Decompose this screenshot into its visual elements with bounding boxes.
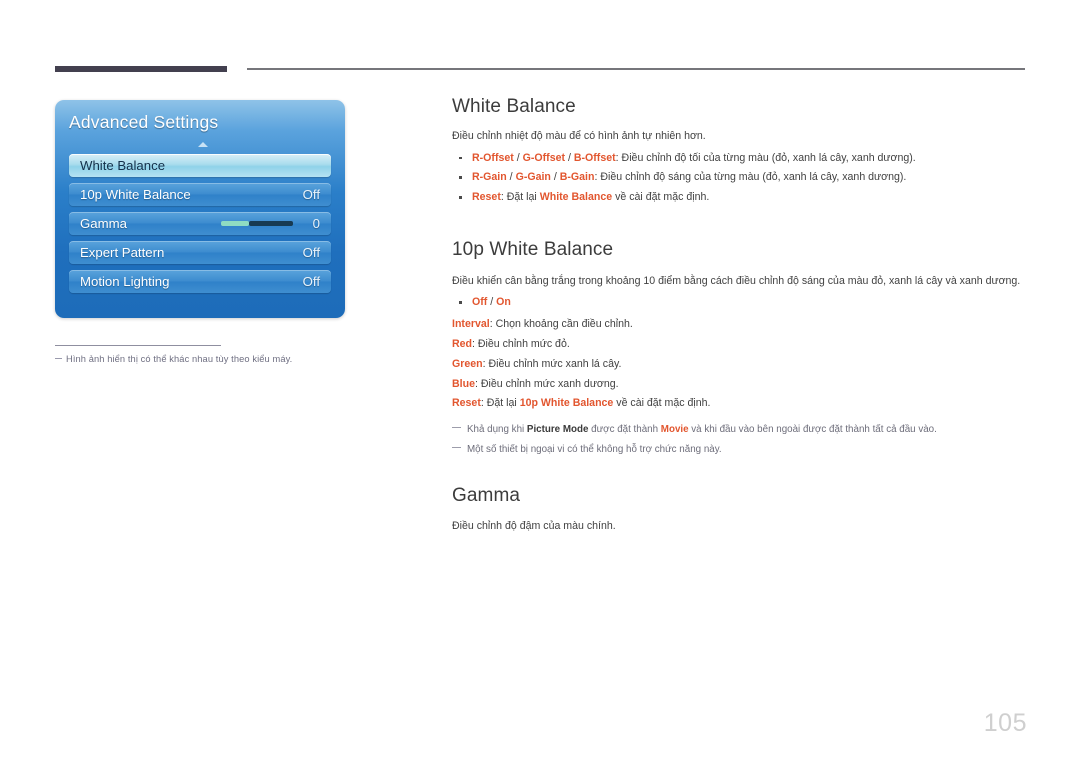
term-white-balance-inline: White Balance	[539, 191, 613, 204]
term-reset-10p: Reset	[452, 397, 481, 410]
term-on: On	[496, 296, 511, 309]
bullet-text-after: về cài đặt mặc định.	[612, 191, 710, 204]
osd-menu-item-label: 10p White Balance	[80, 187, 191, 202]
footnote-item: Khả dụng khi Picture Mode được đặt thành…	[452, 420, 1027, 440]
list-item: R-Offset / G-Offset / B-Offset: Điều chỉ…	[452, 149, 1027, 169]
term-red: Red	[452, 337, 473, 350]
white-balance-bullet-list: R-Offset / G-Offset / B-Offset: Điều chỉ…	[452, 149, 1027, 208]
osd-menu-item-value: Off	[302, 274, 320, 289]
dash-marker-icon	[452, 427, 461, 429]
item-text: : Điều chỉnh mức đỏ.	[472, 337, 570, 350]
header-rule-thick	[55, 66, 227, 72]
item-text-before: : Đặt lại	[480, 397, 520, 410]
footnote-text-1: Khả dụng khi	[467, 424, 527, 436]
item-text: : Chọn khoảng cần điều chỉnh.	[489, 318, 633, 331]
term-r-gain: R-Gain	[472, 171, 507, 184]
dash-marker-icon	[55, 358, 62, 360]
footnote-text-2: được đặt thành	[588, 424, 661, 436]
caret-up-icon	[198, 142, 208, 147]
list-item: Reset: Đặt lại 10p White Balance về cài …	[452, 394, 1027, 414]
osd-menu-item-label: Motion Lighting	[80, 274, 170, 289]
osd-menu-item-label: White Balance	[80, 158, 166, 173]
gamma-slider-track	[249, 221, 293, 226]
section-title-gamma: Gamma	[452, 485, 521, 507]
bullet-text: : Điều chỉnh độ tối của từng màu (đỏ, xa…	[615, 151, 916, 164]
osd-panel-title: Advanced Settings	[69, 112, 219, 132]
list-item: Blue: Điều chỉnh mức xanh dương.	[452, 375, 1027, 395]
item-text-after: về cài đặt mặc định.	[613, 397, 711, 410]
list-item: Green: Điều chỉnh mức xanh lá cây.	[452, 355, 1027, 375]
bullet-dot-icon	[459, 196, 462, 199]
term-reset: Reset	[472, 191, 501, 204]
term-g-gain: G-Gain	[515, 171, 551, 184]
list-item: Interval: Chọn khoảng cần điều chỉnh.	[452, 315, 1027, 335]
term-b-offset: B-Offset	[573, 151, 616, 164]
section-intro-10p-white-balance: Điều khiển cân bằng trắng trong khoảng 1…	[452, 274, 1021, 287]
osd-menu-item-motion-lighting[interactable]: Motion Lighting Off	[69, 270, 331, 293]
advanced-settings-osd-panel: Advanced Settings White Balance 10p Whit…	[55, 100, 345, 318]
separator: /	[550, 171, 560, 184]
section-title-10p-white-balance: 10p White Balance	[452, 238, 614, 260]
header-rule-thin	[247, 68, 1025, 70]
item-text: : Điều chỉnh mức xanh lá cây.	[482, 357, 622, 370]
osd-menu-item-expert-pattern[interactable]: Expert Pattern Off	[69, 241, 331, 264]
footnote-text-3: và khi đầu vào bên ngoài được đặt thành …	[688, 424, 937, 436]
footnote-text-1: Một số thiết bị ngoại vi có thể không hỗ…	[467, 443, 722, 455]
term-r-offset: R-Offset	[472, 151, 514, 164]
section-10p-white-balance: 10p White Balance Điều khiển cân bằng tr…	[452, 239, 1027, 459]
list-item: Red: Điều chỉnh mức đỏ.	[452, 335, 1027, 355]
footnote-item: Một số thiết bị ngoại vi có thể không hỗ…	[452, 440, 1027, 460]
section-white-balance: White Balance Điều chỉnh nhiệt độ màu để…	[452, 96, 1027, 208]
caption-note-text: Hình ảnh hiển thị có thể khác nhau tùy t…	[66, 354, 293, 364]
bullet-dot-icon	[459, 156, 462, 160]
term-off: Off	[472, 296, 488, 309]
osd-menu-item-white-balance[interactable]: White Balance	[69, 154, 331, 177]
bullet-dot-icon	[459, 176, 462, 179]
caption-divider	[55, 345, 221, 346]
term-interval: Interval	[452, 318, 490, 331]
page-number: 105	[983, 709, 1027, 737]
section-gamma: Gamma Điều chỉnh độ đậm của màu chính.	[452, 485, 1027, 535]
bullet-text-before: : Đặt lại	[500, 191, 540, 204]
osd-menu-item-10p-white-balance[interactable]: 10p White Balance Off	[69, 183, 331, 206]
separator: /	[487, 296, 497, 309]
list-item: Reset: Đặt lại White Balance về cài đặt …	[452, 188, 1027, 208]
osd-menu-list: White Balance 10p White Balance Off Gamm…	[69, 154, 331, 299]
10p-parameter-list: Interval: Chọn khoảng cần điều chỉnh. Re…	[452, 315, 1027, 414]
separator: /	[565, 151, 574, 164]
gamma-slider-fill	[221, 221, 249, 226]
list-item: Off / On	[452, 293, 1027, 313]
section-intro-gamma: Điều chỉnh độ đậm của màu chính.	[452, 520, 616, 533]
term-blue: Blue	[452, 377, 475, 390]
term-green: Green	[452, 357, 483, 370]
bullet-dot-icon	[459, 301, 462, 304]
term-b-gain: B-Gain	[559, 171, 595, 184]
osd-menu-item-value: Off	[302, 245, 320, 260]
item-text: : Điều chỉnh mức xanh dương.	[474, 377, 619, 390]
term-g-offset: G-Offset	[522, 151, 566, 164]
gamma-slider[interactable]	[221, 221, 293, 226]
panel-caption-note: Hình ảnh hiển thị có thể khác nhau tùy t…	[55, 354, 355, 364]
dash-marker-icon	[452, 446, 461, 448]
10p-footnotes: Khả dụng khi Picture Mode được đặt thành…	[452, 420, 1027, 459]
section-intro-white-balance: Điều chỉnh nhiệt độ màu để có hình ảnh t…	[452, 130, 706, 142]
section-title-white-balance: White Balance	[452, 96, 576, 117]
osd-menu-item-gamma[interactable]: Gamma 0	[69, 212, 331, 235]
osd-menu-item-value: Off	[302, 187, 320, 202]
separator: /	[506, 171, 516, 184]
bullet-text: : Điều chỉnh độ sáng của từng màu (đỏ, x…	[594, 171, 907, 184]
osd-menu-item-label: Gamma	[80, 216, 127, 231]
osd-menu-item-value: 0	[312, 216, 320, 231]
footnote-term-picture-mode: Picture Mode	[526, 424, 589, 436]
footnote-term-movie: Movie	[660, 424, 689, 436]
list-item: R-Gain / G-Gain / B-Gain: Điều chỉnh độ …	[452, 168, 1027, 188]
separator: /	[513, 151, 523, 164]
article-content: White Balance Điều chỉnh nhiệt độ màu để…	[452, 96, 1027, 535]
osd-menu-item-label: Expert Pattern	[80, 245, 165, 260]
10p-off-on-list: Off / On	[452, 293, 1027, 313]
term-10p-white-balance-inline: 10p White Balance	[519, 397, 614, 410]
